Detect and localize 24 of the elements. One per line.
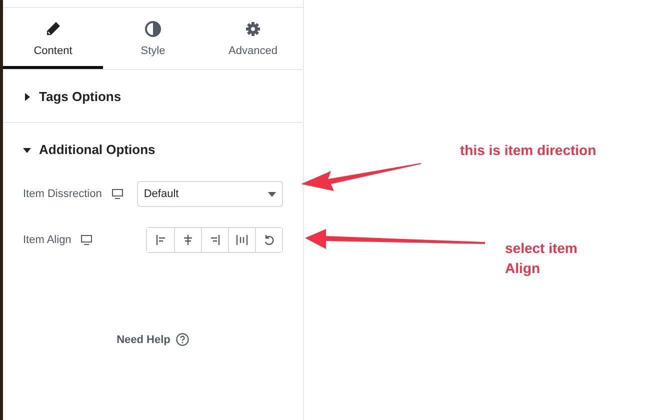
monitor-icon[interactable] bbox=[112, 189, 123, 199]
select-field[interactable]: Default bbox=[136, 181, 283, 207]
contrast-icon bbox=[145, 21, 161, 37]
caret-icon bbox=[268, 192, 276, 196]
tab[interactable]: Content bbox=[3, 8, 103, 69]
annotation-text: this is item direction bbox=[460, 141, 598, 160]
gear-icon bbox=[245, 21, 261, 37]
help-link[interactable]: Need Help bbox=[116, 334, 170, 346]
monitor-icon[interactable] bbox=[81, 235, 92, 245]
section-header[interactable]: Tags Options bbox=[23, 89, 122, 104]
control-label: Item Dissrection bbox=[23, 188, 102, 200]
pencil-icon bbox=[45, 21, 61, 37]
tab[interactable]: Advanced bbox=[203, 8, 303, 69]
justify-icon bbox=[236, 234, 248, 246]
control-label: Item Align bbox=[23, 234, 72, 246]
section-header[interactable]: Additional Options bbox=[23, 142, 156, 157]
align-left-icon bbox=[154, 234, 166, 246]
help-icon[interactable] bbox=[176, 333, 190, 346]
annotation-text: select item Align bbox=[505, 239, 578, 278]
align-button[interactable] bbox=[255, 228, 282, 252]
tab[interactable]: Style bbox=[103, 8, 203, 69]
reset-icon bbox=[263, 234, 275, 246]
align-center-icon bbox=[182, 234, 194, 246]
align-right-icon bbox=[209, 234, 221, 246]
